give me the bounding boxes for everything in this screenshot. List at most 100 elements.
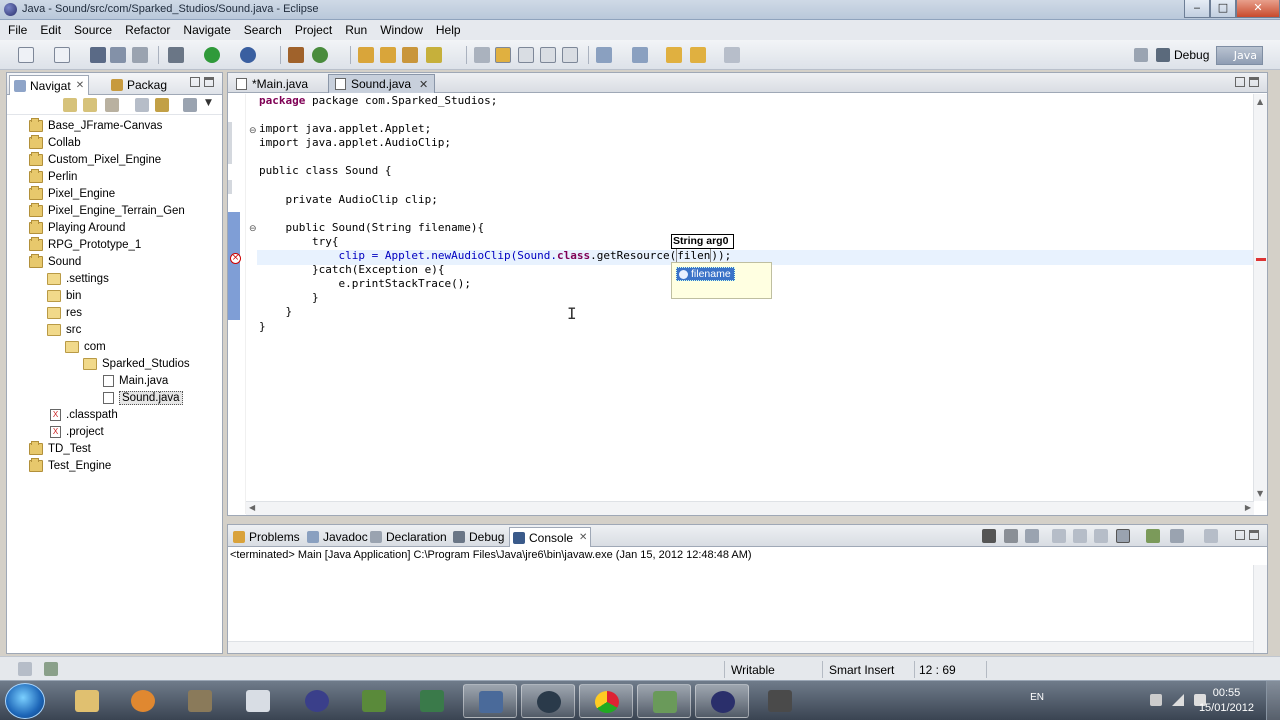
up-icon[interactable] — [105, 98, 119, 112]
error-marker[interactable] — [1256, 258, 1266, 261]
tree-item[interactable]: bin — [47, 288, 81, 304]
tree-item[interactable]: Collab — [29, 135, 81, 151]
tree-item[interactable]: .settings — [47, 271, 109, 287]
taskbar-eclipse-active[interactable] — [695, 684, 749, 718]
word-wrap-icon[interactable] — [1094, 529, 1108, 543]
console-vertical-scrollbar[interactable] — [1253, 565, 1267, 653]
menu-source[interactable]: Source — [74, 23, 112, 37]
clear-console-icon[interactable] — [1052, 529, 1066, 543]
taskbar-image-viewer[interactable] — [637, 684, 691, 718]
remove-all-terminated-icon[interactable] — [1025, 529, 1039, 543]
new-icon[interactable] — [18, 47, 34, 63]
close-icon[interactable]: ✕ — [419, 78, 428, 91]
tree-item[interactable]: Pixel_Engine — [29, 186, 115, 202]
chevron-down-icon[interactable]: ▼ — [205, 98, 215, 112]
taskbar-minecraft[interactable] — [347, 684, 401, 718]
collapse-all-icon[interactable] — [135, 98, 149, 112]
maximize-view-icon[interactable] — [204, 77, 214, 87]
menu-edit[interactable]: Edit — [40, 23, 61, 37]
console-horizontal-scrollbar[interactable] — [228, 641, 1253, 653]
open-task-icon[interactable] — [380, 47, 396, 63]
menu-file[interactable]: File — [8, 23, 27, 37]
tree-item[interactable]: X .project — [50, 424, 104, 440]
menu-refactor[interactable]: Refactor — [125, 23, 170, 37]
minimize-editor-icon[interactable] — [1235, 77, 1245, 87]
word-wrap-icon[interactable] — [540, 47, 556, 63]
debug-perspective-button[interactable]: Debug — [1134, 45, 1209, 65]
tab-navigator[interactable]: Navigat ✕ — [9, 75, 90, 95]
save-icon[interactable] — [90, 47, 106, 63]
taskbar-app-4[interactable] — [231, 684, 285, 718]
tree-item[interactable]: Base_JFrame-Canvas — [29, 118, 162, 134]
network-icon[interactable] — [1172, 694, 1184, 706]
start-button[interactable] — [5, 683, 45, 719]
new-wizard-icon[interactable] — [54, 47, 70, 63]
tree-item[interactable]: Pixel_Engine_Terrain_Gen — [29, 203, 185, 219]
new-class-icon[interactable] — [312, 47, 328, 63]
run-icon[interactable] — [204, 47, 220, 63]
java-perspective-button[interactable]: Java — [1216, 46, 1263, 65]
new-java-project-icon[interactable] — [288, 47, 304, 63]
tree-item[interactable]: Perlin — [29, 169, 77, 185]
maximize-view-icon[interactable] — [1249, 530, 1259, 540]
taskbar-eclipse[interactable] — [290, 684, 344, 718]
close-button[interactable]: ✕ — [1236, 0, 1280, 18]
scroll-up-icon[interactable]: ▲ — [1257, 97, 1263, 106]
forward-icon[interactable] — [83, 98, 97, 112]
tree-item[interactable]: src — [47, 322, 81, 338]
close-icon[interactable]: ✕ — [579, 532, 587, 543]
progress-icon[interactable] — [44, 662, 58, 676]
taskbar-explorer[interactable] — [60, 684, 114, 718]
tree-item[interactable]: com — [65, 339, 106, 355]
mark-occurrences-icon[interactable] — [495, 47, 511, 63]
menu-window[interactable]: Window — [380, 23, 423, 37]
menu-help[interactable]: Help — [436, 23, 461, 37]
tree-item[interactable]: Sound — [29, 254, 81, 270]
menu-search[interactable]: Search — [244, 23, 282, 37]
tab-main-java[interactable]: *Main.java — [230, 74, 314, 93]
scroll-right-icon[interactable]: ▶ — [1245, 503, 1251, 512]
taskbar-window-1[interactable] — [463, 684, 517, 718]
tree-item[interactable]: RPG_Prototype_1 — [29, 237, 141, 253]
taskbar-app-3[interactable] — [173, 684, 227, 718]
edit-icon[interactable] — [426, 47, 442, 63]
menu-project[interactable]: Project — [295, 23, 332, 37]
view-menu-icon[interactable] — [183, 98, 197, 112]
maximize-button[interactable]: □ — [1210, 0, 1236, 18]
next-annotation-icon[interactable] — [596, 47, 612, 63]
tray-expand-icon[interactable] — [1150, 694, 1162, 706]
previous-annotation-icon[interactable] — [632, 47, 648, 63]
open-type-icon[interactable] — [358, 47, 374, 63]
minimize-view-icon[interactable] — [1235, 530, 1245, 540]
open-console-icon[interactable] — [1204, 529, 1218, 543]
show-desktop-button[interactable] — [1266, 681, 1280, 720]
scroll-lock-icon[interactable] — [1073, 529, 1087, 543]
minimize-button[interactable]: ‒ — [1184, 0, 1210, 18]
tree-item[interactable]: res — [47, 305, 82, 321]
save-all-icon[interactable] — [110, 47, 126, 63]
taskbar-steam[interactable] — [521, 684, 575, 718]
external-tools-icon[interactable] — [240, 47, 256, 63]
maximize-editor-icon[interactable] — [1249, 77, 1259, 87]
tab-sound-java[interactable]: Sound.java ✕ — [328, 74, 436, 93]
tab-console[interactable]: Console ✕ — [509, 527, 592, 547]
code-text[interactable]: package package com.Sparked_Studios; imp… — [259, 94, 731, 334]
language-indicator[interactable]: EN — [1030, 692, 1044, 703]
scroll-down-icon[interactable]: ▼ — [1257, 489, 1263, 498]
tab-debug[interactable]: Debug — [450, 527, 507, 547]
back-icon[interactable] — [63, 98, 77, 112]
editor-horizontal-scrollbar[interactable]: ◀ ▶ — [246, 501, 1254, 515]
assist-item[interactable]: filename — [676, 267, 735, 281]
search-icon[interactable] — [402, 47, 418, 63]
back-icon[interactable] — [690, 47, 706, 63]
forward-icon[interactable] — [724, 47, 740, 63]
tab-package-explorer[interactable]: Packag — [107, 75, 171, 95]
tree-item[interactable]: Custom_Pixel_Engine — [29, 152, 161, 168]
close-icon[interactable]: ✕ — [76, 80, 84, 91]
print-icon[interactable] — [132, 47, 148, 63]
taskbar-app-13[interactable] — [753, 684, 807, 718]
tab-problems[interactable]: Problems — [230, 527, 303, 547]
show-whitespace-icon[interactable] — [562, 47, 578, 63]
menu-navigate[interactable]: Navigate — [183, 23, 230, 37]
tree-item[interactable]: Test_Engine — [29, 458, 111, 474]
